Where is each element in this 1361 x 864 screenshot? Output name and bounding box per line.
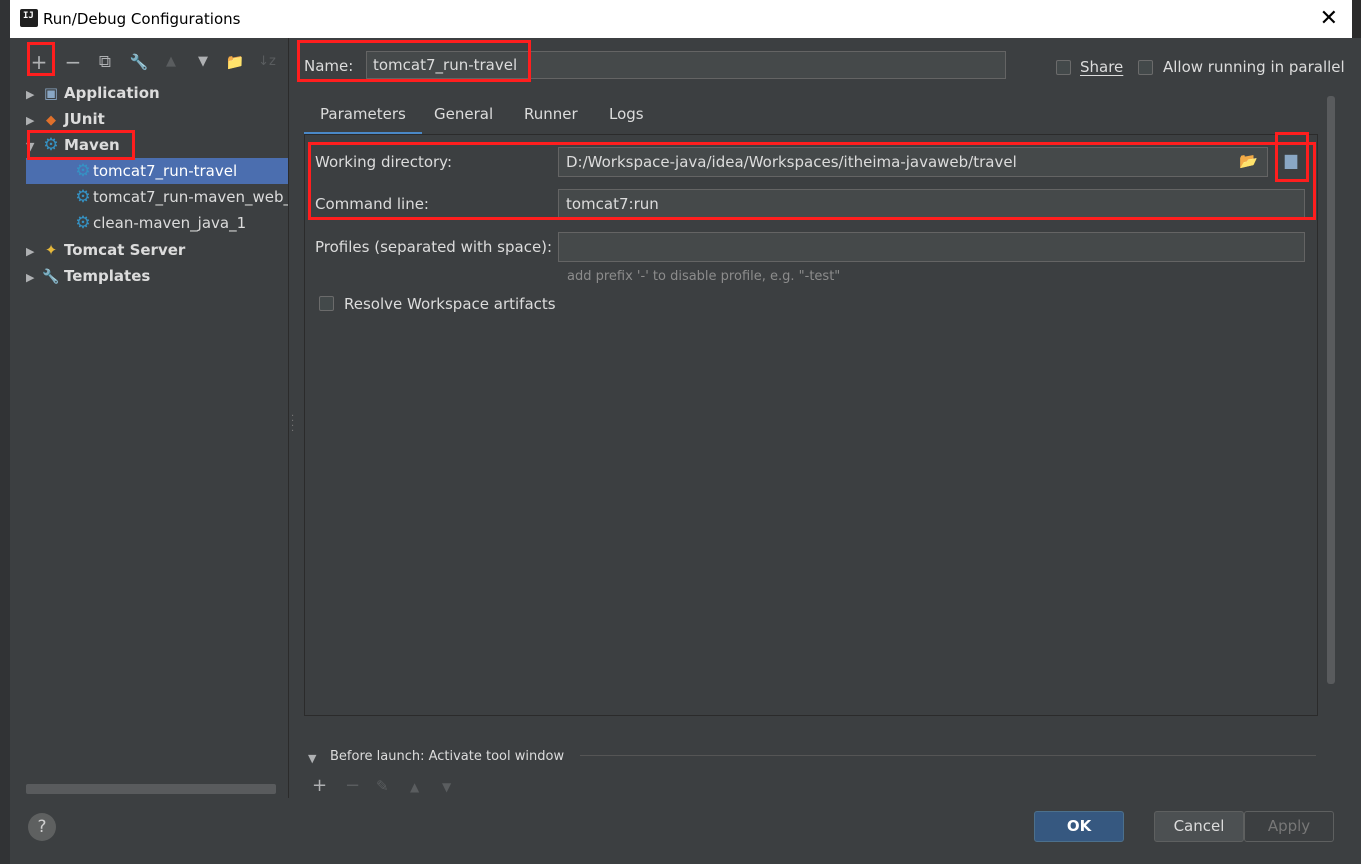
intellij-logo-icon: IJ (18, 7, 40, 29)
title-bar: IJ Run/Debug Configurations ✕ (10, 0, 1352, 38)
highlight-box (1275, 132, 1309, 182)
maven-gear-icon: ⚙ (75, 213, 91, 233)
maven-gear-icon: ⚙ (75, 161, 91, 181)
tree-item-junit[interactable]: ▶ ◆ JUnit (26, 106, 105, 132)
tree-item-label: JUnit (64, 110, 105, 128)
move-up-button[interactable]: ▲ (158, 48, 184, 76)
background-editor-strip (0, 0, 10, 864)
parameters-panel: Working directory: D:/Workspace-java/ide… (304, 134, 1318, 716)
profiles-label: Profiles (separated with space): (315, 238, 553, 256)
tree-item-label: Application (64, 84, 160, 102)
highlight-box (27, 130, 135, 160)
copy-config-button[interactable]: ⧉ (92, 48, 118, 76)
tomcat-icon: ✦ (44, 241, 58, 259)
parallel-label: Allow running in parallel (1163, 58, 1345, 76)
tree-item-label: Tomcat Server (64, 241, 186, 259)
before-launch-label: Before launch: Activate tool window (330, 749, 565, 764)
panel-vertical-scrollbar[interactable] (1327, 96, 1335, 684)
tree-item-maven-config[interactable]: ⚙ tomcat7_run-maven_web_1 (74, 184, 288, 210)
tab-logs[interactable]: Logs (593, 96, 660, 132)
window-title: Run/Debug Configurations (43, 10, 241, 28)
profiles-hint: add prefix '-' to disable profile, e.g. … (567, 269, 841, 284)
wrench-icon[interactable]: 🔧 (126, 48, 152, 76)
highlight-box (27, 42, 55, 76)
tree-horizontal-scrollbar[interactable] (26, 784, 276, 794)
chevron-down-icon[interactable]: ▼ (308, 752, 316, 765)
move-up-icon[interactable]: ▲ (410, 780, 419, 794)
tree-item-maven-config[interactable]: ⚙ tomcat7_run-travel (26, 158, 288, 184)
parallel-checkbox[interactable] (1138, 60, 1153, 75)
close-icon[interactable]: ✕ (1320, 6, 1338, 31)
run-debug-dialog: IJ Run/Debug Configurations ✕ + − ⧉ 🔧 ▲ … (10, 0, 1352, 864)
wrench-icon: 🔧 (42, 269, 60, 285)
chevron-right-icon: ▶ (26, 245, 35, 258)
profiles-input[interactable] (558, 232, 1305, 262)
apply-button[interactable]: Apply (1244, 811, 1334, 842)
background-editor-strip-right (1352, 38, 1361, 864)
help-button[interactable]: ? (28, 813, 56, 841)
tree-item-application[interactable]: ▶ ▣ Application (26, 80, 160, 106)
chevron-right-icon: ▶ (26, 271, 35, 284)
application-icon: ▣ (43, 84, 59, 102)
move-down-icon[interactable]: ▼ (442, 780, 451, 794)
share-checkbox[interactable] (1056, 60, 1071, 75)
highlight-box (308, 142, 1316, 220)
tree-item-label: Templates (64, 267, 151, 285)
tab-runner[interactable]: Runner (508, 96, 594, 132)
resolve-artifacts-label: Resolve Workspace artifacts (344, 295, 556, 313)
tree-item-maven-config[interactable]: ⚙ clean-maven_java_1 (74, 210, 246, 236)
tab-parameters[interactable]: Parameters (304, 96, 422, 135)
share-label: Share (1080, 58, 1124, 76)
sort-icon[interactable]: ↓z (254, 48, 280, 76)
cancel-button[interactable]: Cancel (1154, 811, 1244, 842)
maven-gear-icon: ⚙ (75, 187, 91, 207)
tab-general[interactable]: General (418, 96, 509, 132)
tree-item-templates[interactable]: ▶ 🔧 Templates (26, 263, 150, 289)
splitter[interactable] (288, 38, 289, 798)
chevron-right-icon: ▶ (26, 88, 35, 101)
divider (580, 755, 1316, 756)
highlight-box (297, 40, 531, 82)
add-task-button[interactable]: + (312, 775, 327, 796)
pencil-icon[interactable]: ✎ (376, 777, 389, 795)
tree-item-tomcat[interactable]: ▶ ✦ Tomcat Server (26, 237, 185, 263)
tree-item-label: clean-maven_java_1 (93, 214, 247, 232)
move-down-button[interactable]: ▼ (190, 48, 216, 76)
remove-task-button[interactable]: − (345, 775, 360, 796)
folder-icon[interactable]: 📁 (222, 48, 248, 76)
tree-item-label: tomcat7_run-travel (93, 162, 238, 180)
splitter-grip-icon[interactable]: · · · · (291, 412, 294, 437)
tree-item-label: tomcat7_run-maven_web_1 (93, 188, 288, 206)
resolve-artifacts-checkbox[interactable] (319, 296, 334, 311)
ok-button[interactable]: OK (1034, 811, 1124, 842)
remove-config-button[interactable]: − (60, 48, 86, 76)
config-tree: ▶ ▣ Application ▶ ◆ JUnit ▼ ⚙ Maven ⚙ tomcat7_r… (26, 80, 288, 780)
